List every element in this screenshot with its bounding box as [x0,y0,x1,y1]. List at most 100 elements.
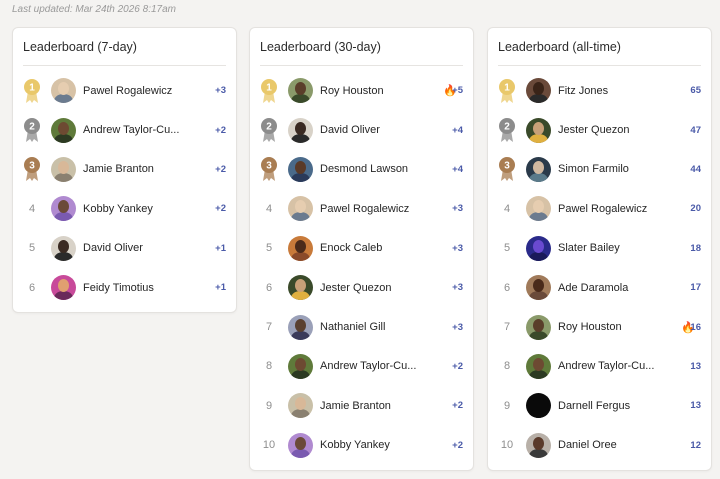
list-item[interactable]: 5 Slater Bailey 18 [488,229,711,268]
user-name[interactable]: Simon Farmilo [558,163,678,175]
user-name[interactable]: Jester Quezon [558,124,678,136]
user-name[interactable]: Nathaniel Gill [320,321,440,333]
list-item[interactable]: 7 Nathaniel Gill +3 [250,307,473,346]
avatar[interactable] [288,235,313,261]
avatar[interactable] [526,314,551,340]
list-item[interactable]: 1 Fitz Jones 65 [488,71,711,110]
avatar[interactable] [526,78,551,104]
user-name[interactable]: Kobby Yankey [320,439,440,451]
avatar[interactable] [288,432,313,458]
user-name[interactable]: Andrew Taylor-Cu... [558,360,678,372]
user-name[interactable]: Roy Houston [320,85,440,97]
score-value: +2 [452,400,463,412]
list-item[interactable]: 6 Ade Daramola 17 [488,268,711,307]
rank-number: 5 [503,242,511,255]
medal-icon: 1 [261,78,277,103]
list-item[interactable]: 9 Darnell Fergus 13 [488,386,711,425]
list-item[interactable]: 6 Feidy Timotius +1 [13,268,236,307]
rank-indicator: 9 [260,392,278,420]
list-item[interactable]: 5 David Oliver +1 [13,229,236,268]
avatar[interactable] [51,235,76,261]
avatar[interactable] [526,156,551,182]
score-value: +2 [452,360,463,372]
medal-icon: 2 [261,118,277,143]
avatar[interactable] [288,275,313,301]
avatar[interactable] [526,196,551,222]
user-name[interactable]: Ade Daramola [558,282,678,294]
list-item[interactable]: 1 Pawel Rogalewicz +3 [13,71,236,110]
avatar[interactable] [526,235,551,261]
rank-number: 9 [503,399,511,412]
avatar[interactable] [288,393,313,419]
list-item[interactable]: 8 Andrew Taylor-Cu... +2 [250,347,473,386]
list-item[interactable]: 3 Jamie Branton +2 [13,150,236,189]
avatar[interactable] [51,275,76,301]
user-name[interactable]: Andrew Taylor-Cu... [320,360,440,372]
user-name[interactable]: Slater Bailey [558,242,678,254]
user-name[interactable]: Jester Quezon [320,282,440,294]
list-item[interactable]: 4 Kobby Yankey +2 [13,189,236,228]
avatar[interactable] [526,353,551,379]
rank-number: 8 [503,360,511,373]
user-name[interactable]: Desmond Lawson [320,163,440,175]
list-item[interactable]: 2 Jester Quezon 47 [488,110,711,149]
list-item[interactable]: 2 David Oliver +4 [250,110,473,149]
avatar[interactable] [288,156,313,182]
user-name[interactable]: Roy Houston [558,321,678,333]
user-name[interactable]: Daniel Oree [558,439,678,451]
score-value: +2 [215,163,226,175]
user-name[interactable]: Enock Caleb [320,242,440,254]
list-item[interactable]: 10 Daniel Oree 12 [488,426,711,465]
user-name[interactable]: Pawel Rogalewicz [558,203,678,215]
list-item[interactable]: 3 Desmond Lawson +4 [250,150,473,189]
avatar[interactable] [526,393,551,419]
user-name[interactable]: Pawel Rogalewicz [320,203,440,215]
list-item[interactable]: 6 Jester Quezon +3 [250,268,473,307]
list-item[interactable]: 7 Roy Houston 🔥 16 [488,307,711,346]
user-name[interactable]: David Oliver [320,124,440,136]
avatar[interactable] [288,314,313,340]
score-value: +2 [215,124,226,136]
rank-indicator: 5 [23,234,41,262]
list-item[interactable]: 4 Pawel Rogalewicz 20 [488,189,711,228]
score-value: +3 [452,321,463,333]
rank-number: 7 [265,321,273,334]
list-item[interactable]: 9 Jamie Branton +2 [250,386,473,425]
avatar[interactable] [526,117,551,143]
rank-indicator: 9 [498,392,516,420]
user-name[interactable]: Jamie Branton [83,163,203,175]
user-name[interactable]: Darnell Fergus [558,400,678,412]
avatar[interactable] [51,78,76,104]
rank-indicator: 2 [23,116,41,144]
avatar[interactable] [288,196,313,222]
avatar[interactable] [288,78,313,104]
list-item[interactable]: 2 Andrew Taylor-Cu... +2 [13,110,236,149]
avatar[interactable] [526,275,551,301]
medal-rank-number: 3 [29,161,35,172]
user-name[interactable]: Feidy Timotius [83,282,203,294]
avatar[interactable] [51,117,76,143]
avatar[interactable] [526,432,551,458]
leaderboard-list: 1 Roy Houston 🔥 +5 2 David Oliver +4 3 Desmond L… [250,71,473,465]
avatar[interactable] [288,117,313,143]
leaderboard-all-time: Leaderboard (all-time) 1 Fitz Jones 65 2 Jes… [487,27,712,471]
rank-indicator: 1 [260,77,278,105]
user-name[interactable]: Jamie Branton [320,400,440,412]
list-item[interactable]: 10 Kobby Yankey +2 [250,426,473,465]
rank-indicator: 8 [260,352,278,380]
score-value: +3 [452,203,463,215]
list-item[interactable]: 3 Simon Farmilo 44 [488,150,711,189]
user-name[interactable]: Andrew Taylor-Cu... [83,124,203,136]
avatar[interactable] [51,156,76,182]
user-name[interactable]: David Oliver [83,242,203,254]
list-item[interactable]: 1 Roy Houston 🔥 +5 [250,71,473,110]
list-item[interactable]: 8 Andrew Taylor-Cu... 13 [488,347,711,386]
rank-indicator: 6 [498,274,516,302]
list-item[interactable]: 5 Enock Caleb +3 [250,229,473,268]
list-item[interactable]: 4 Pawel Rogalewicz +3 [250,189,473,228]
avatar[interactable] [51,196,76,222]
avatar[interactable] [288,353,313,379]
user-name[interactable]: Fitz Jones [558,85,678,97]
user-name[interactable]: Pawel Rogalewicz [83,85,203,97]
user-name[interactable]: Kobby Yankey [83,203,203,215]
